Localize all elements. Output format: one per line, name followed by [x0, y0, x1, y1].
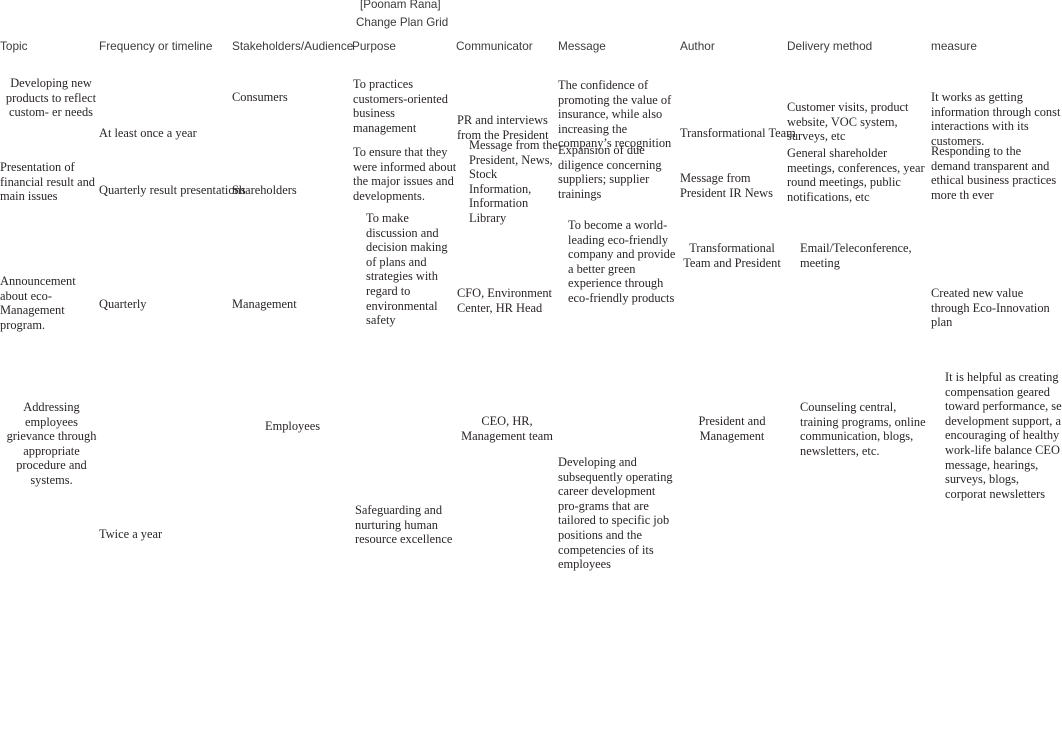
table-cell-message: Developing and subsequently operating ca… — [558, 455, 676, 572]
table-cell-stakeholders: Employees — [265, 419, 321, 433]
table-cell-communicator: Message from the President, News, Stock … — [469, 138, 561, 225]
table-cell-frequency: Twice a year — [99, 527, 163, 541]
column-header-author: Author — [680, 39, 715, 53]
table-cell-topic: Presentation of financial result and mai… — [0, 160, 99, 204]
column-header-purpose: Purpose — [352, 39, 396, 53]
table-cell-delivery: Customer visits, product website, VOC sy… — [787, 100, 912, 144]
table-cell-measure: It works as getting information through … — [931, 90, 1061, 148]
table-cell-measure: Responding to the demand transparent and… — [931, 144, 1060, 202]
table-cell-measure: Created new value through Eco-Innovation… — [931, 286, 1053, 330]
table-cell-author: Message from President IR News — [680, 171, 773, 200]
column-header-stakeholders: Stakeholders/Audience — [232, 39, 354, 53]
table-cell-delivery: Email/Teleconference, meeting — [800, 241, 915, 270]
table-cell-stakeholders: Management — [232, 297, 297, 311]
document-title: Change Plan Grid — [356, 16, 449, 29]
table-cell-topic: Developing new products to reflect custo… — [5, 76, 100, 120]
column-header-communicator: Communicator — [456, 39, 533, 53]
table-cell-purpose: To make discussion and decision making o… — [366, 211, 451, 328]
table-cell-stakeholders: Shareholders — [232, 183, 297, 197]
table-cell-frequency: Quarterly — [99, 297, 147, 311]
table-cell-communicator: CEO, HR, Management team — [461, 414, 553, 443]
column-header-measure: measure — [931, 39, 977, 53]
table-cell-topic: Addressing employees grievance through a… — [6, 400, 100, 487]
table-cell-stakeholders: Consumers — [232, 90, 288, 104]
table-cell-author: President and Management — [698, 414, 769, 443]
table-cell-message: The confidence of promoting the value of… — [558, 78, 675, 151]
table-cell-measure: It is helpful as creating compensation g… — [945, 370, 1062, 501]
column-header-delivery: Delivery method — [787, 39, 873, 53]
table-cell-delivery: Counseling central, training programs, o… — [800, 400, 929, 458]
column-header-topic: Topic — [0, 39, 28, 53]
table-cell-topic: Announcement about eco-Management progra… — [0, 274, 79, 332]
column-header-frequency: Frequency or timeline — [99, 39, 213, 53]
document-page: [Poonam Rana] Change Plan Grid Topic Fre… — [0, 0, 1062, 732]
table-cell-author: Transformational Team and President — [683, 241, 781, 270]
table-cell-purpose: To practices customers-oriented business… — [353, 77, 452, 135]
table-cell-purpose: Safeguarding and nurturing human resourc… — [355, 503, 453, 547]
table-cell-frequency: At least once a year — [99, 126, 197, 140]
column-header-message: Message — [558, 39, 606, 53]
table-cell-message: To become a world-leading eco-friendly c… — [568, 218, 679, 305]
document-byline: [Poonam Rana] — [360, 0, 441, 11]
table-cell-message: Expansion of due diligence concerning su… — [558, 143, 665, 201]
table-cell-communicator: CFO, Environment Center, HR Head — [457, 286, 556, 315]
table-cell-delivery: General shareholder meetings, conference… — [787, 146, 928, 204]
table-cell-purpose: To ensure that they were informed about … — [353, 145, 460, 203]
